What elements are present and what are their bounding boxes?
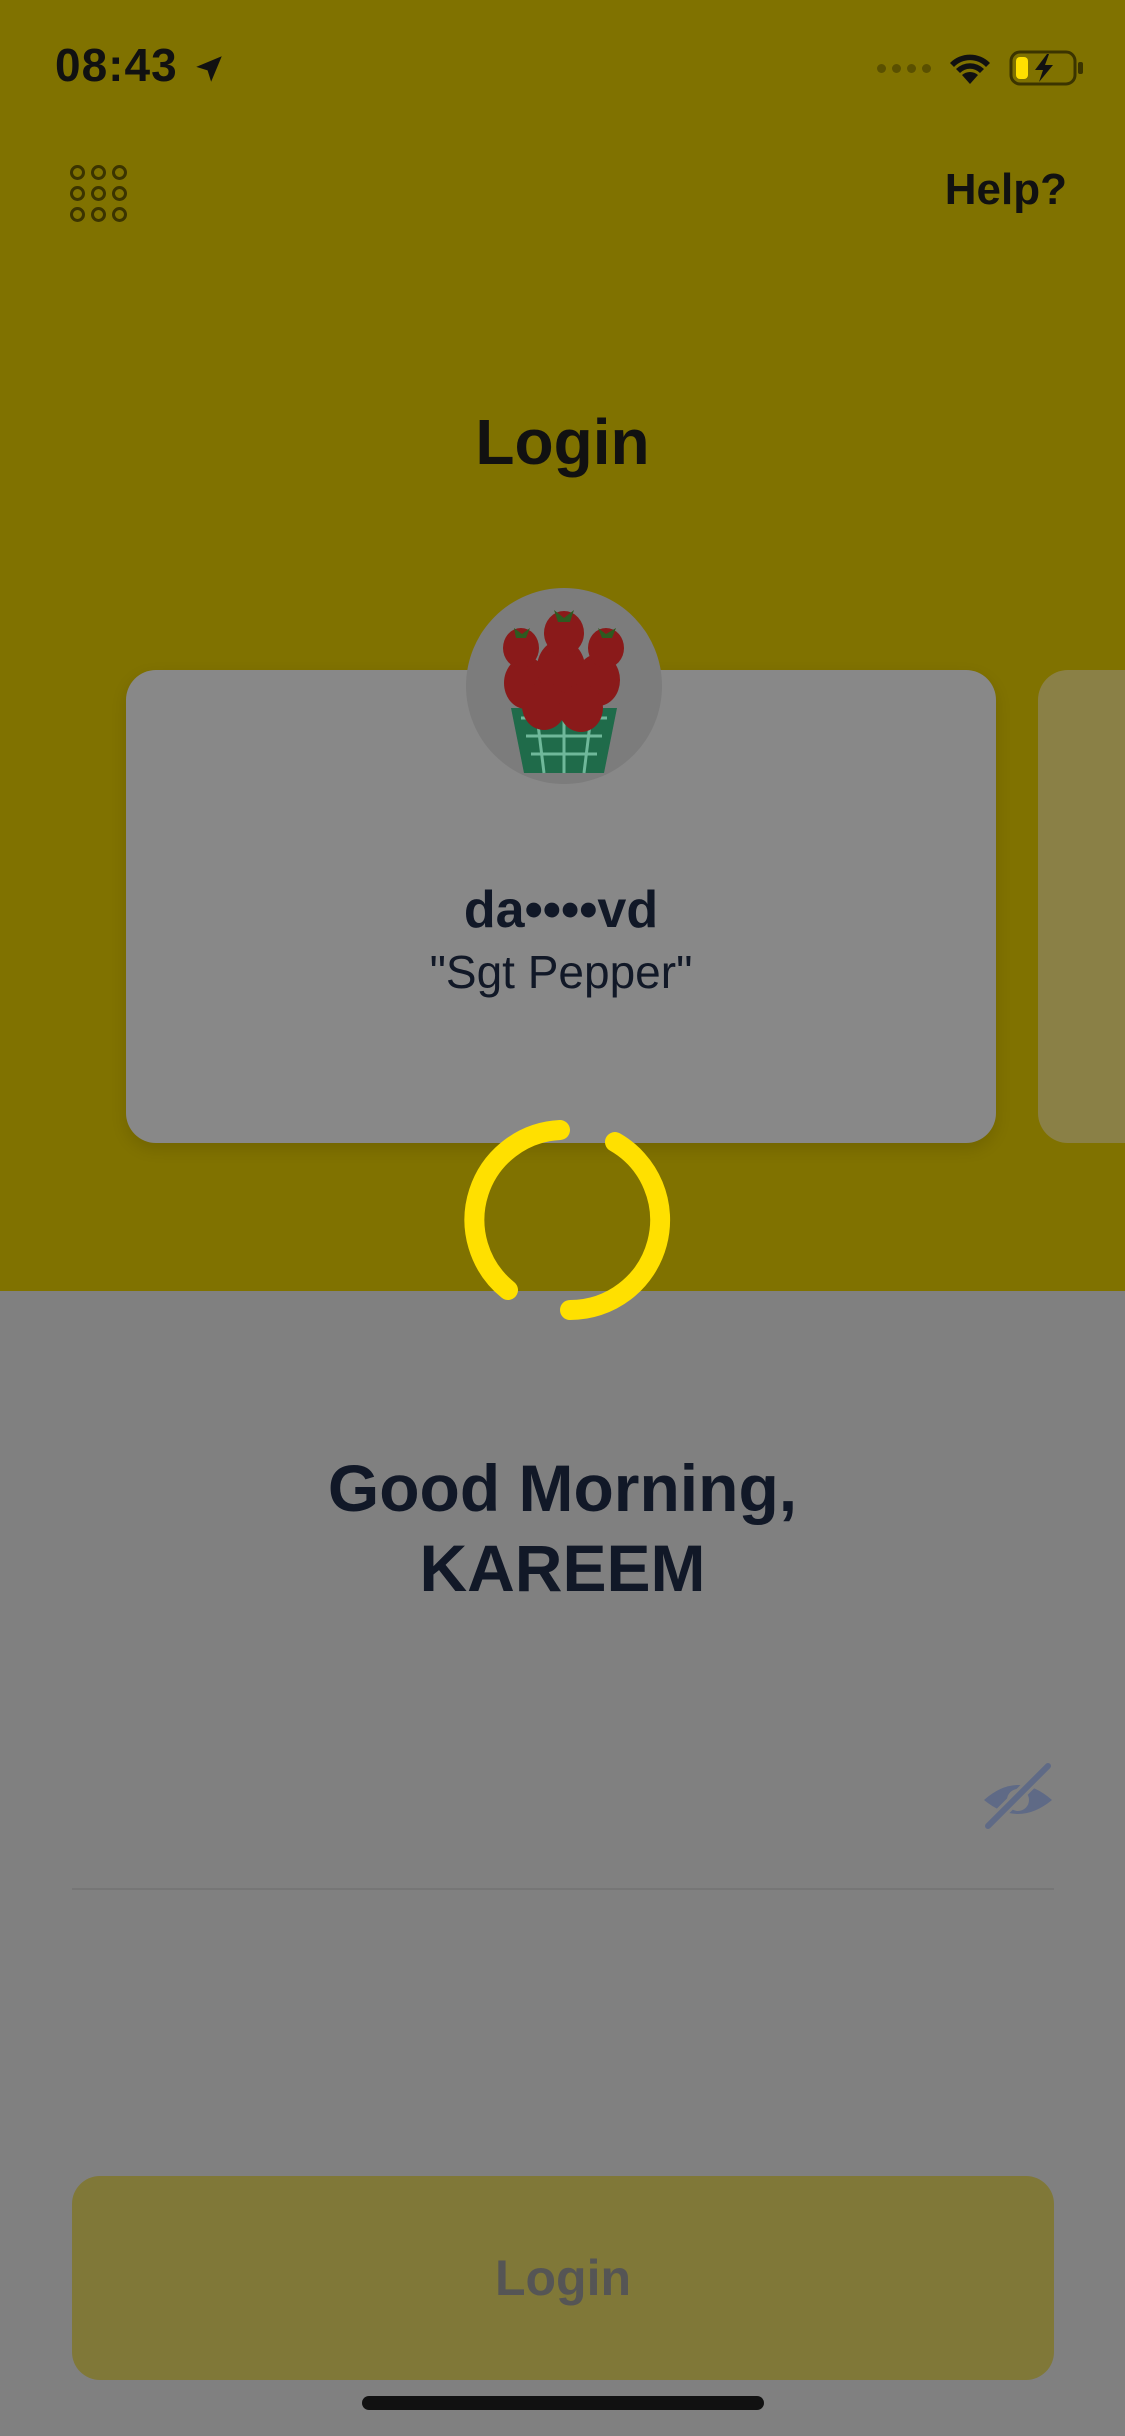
battery-charging-icon [1009,50,1083,86]
greeting-line-1: Good Morning, [327,1451,798,1525]
login-button[interactable]: Login [72,2176,1054,2380]
greeting-name: KAREEM [419,1531,706,1605]
account-nickname: "Sgt Pepper" [429,946,693,998]
password-field[interactable] [72,1888,1054,1890]
eye-slash-icon[interactable] [978,1760,1058,1830]
account-username: da••••vd [463,881,659,939]
greeting: Good Morning, KAREEM [0,1448,1125,1608]
home-indicator [362,2396,764,2410]
login-button-label: Login [494,2250,632,2306]
page-title: Login [475,406,650,478]
wifi-icon [950,54,990,84]
loading-spinner [464,1120,671,1320]
strawberry-basket-image [503,610,624,774]
next-account-card[interactable] [1038,670,1125,1143]
avatar [466,588,662,784]
status-icons [877,46,1085,90]
location-arrow-icon [196,56,222,82]
keypad-icon[interactable] [70,165,127,222]
status-time: 08:43 [55,39,178,91]
signal-icon [877,63,931,73]
help-link[interactable]: Help? [945,165,1067,215]
